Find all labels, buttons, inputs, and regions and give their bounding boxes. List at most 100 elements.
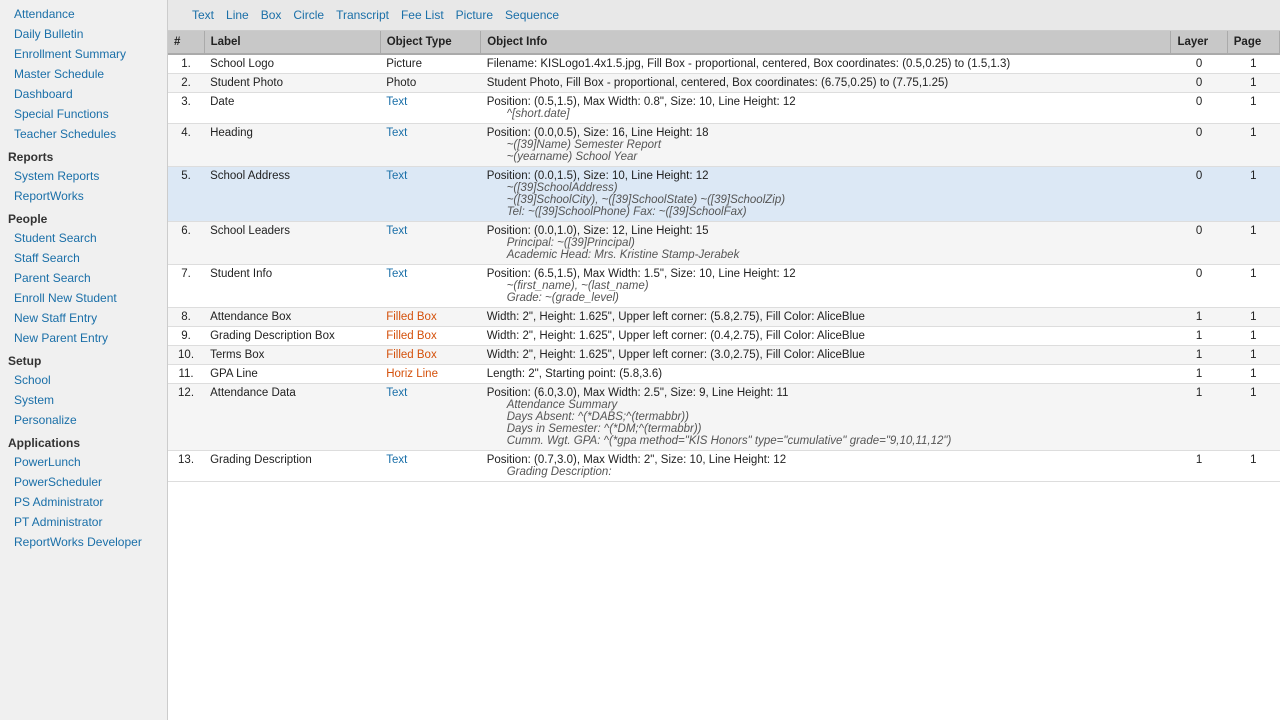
row-page: 1 [1227, 74, 1279, 93]
table-row[interactable]: 10.Terms BoxFilled BoxWidth: 2", Height:… [168, 346, 1280, 365]
sidebar-item-parent-search[interactable]: Parent Search [0, 268, 167, 288]
sidebar-item-system[interactable]: System [0, 390, 167, 410]
row-info: Position: (0.7,3.0), Max Width: 2", Size… [481, 451, 1171, 482]
row-layer: 0 [1171, 54, 1227, 74]
sidebar: AttendanceDaily BulletinEnrollment Summa… [0, 0, 168, 720]
row-sub-line: Tel: ~([39]SchoolPhone) Fax: ~([39]Schoo… [487, 206, 1165, 218]
row-page: 1 [1227, 384, 1279, 451]
row-sub-line: Grade: ~(grade_level) [487, 292, 1165, 304]
sidebar-item-dashboard[interactable]: Dashboard [0, 84, 167, 104]
sidebar-item-powerscheduler[interactable]: PowerScheduler [0, 472, 167, 492]
toolbar-link-sequence[interactable]: Sequence [501, 6, 563, 24]
sidebar-item-master-schedule[interactable]: Master Schedule [0, 64, 167, 84]
row-label: Heading [204, 124, 380, 167]
table-row[interactable]: 7.Student InfoTextPosition: (6.5,1.5), M… [168, 265, 1280, 308]
row-num: 10. [168, 346, 204, 365]
row-sub-line: Days Absent: ^(*DABS;^(termabbr)) [487, 411, 1165, 423]
row-sub-line: Principal: ~([39]Principal) [487, 237, 1165, 249]
row-sub-line: Days in Semester: ^(*DM;^(termabbr)) [487, 423, 1165, 435]
row-info: Width: 2", Height: 1.625", Upper left co… [481, 346, 1171, 365]
sidebar-section-header: Applications [0, 430, 167, 452]
main-content: TextLineBoxCircleTranscriptFee ListPictu… [168, 0, 1280, 720]
sidebar-item-special-functions[interactable]: Special Functions [0, 104, 167, 124]
row-page: 1 [1227, 451, 1279, 482]
table-body: 1.School LogoPictureFilename: KISLogo1.4… [168, 54, 1280, 482]
row-info: Position: (0.0,1.0), Size: 12, Line Heig… [481, 222, 1171, 265]
row-label: GPA Line [204, 365, 380, 384]
sidebar-item-daily-bulletin[interactable]: Daily Bulletin [0, 24, 167, 44]
row-type: Text [380, 124, 480, 167]
row-type: Filled Box [380, 327, 480, 346]
sidebar-item-reportworks-developer[interactable]: ReportWorks Developer [0, 532, 167, 552]
row-sub-line: ~([39]SchoolCity), ~([39]SchoolState) ~(… [487, 194, 1165, 206]
row-page: 1 [1227, 265, 1279, 308]
toolbar-link-fee list[interactable]: Fee List [397, 6, 448, 24]
table-row[interactable]: 8.Attendance BoxFilled BoxWidth: 2", Hei… [168, 308, 1280, 327]
table-container: #LabelObject TypeObject InfoLayerPage 1.… [168, 31, 1280, 720]
sidebar-item-enroll-new-student[interactable]: Enroll New Student [0, 288, 167, 308]
row-label: Student Photo [204, 74, 380, 93]
table-row[interactable]: 4.HeadingTextPosition: (0.0,0.5), Size: … [168, 124, 1280, 167]
row-label: School Logo [204, 54, 380, 74]
table-row[interactable]: 13.Grading DescriptionTextPosition: (0.7… [168, 451, 1280, 482]
table-header-object info: Object Info [481, 31, 1171, 54]
row-sub-line: ~([39]Name) Semester Report [487, 139, 1165, 151]
row-num: 4. [168, 124, 204, 167]
table-header-#: # [168, 31, 204, 54]
sidebar-item-attendance[interactable]: Attendance [0, 4, 167, 24]
table-row[interactable]: 2.Student PhotoPhotoStudent Photo, Fill … [168, 74, 1280, 93]
row-label: Attendance Data [204, 384, 380, 451]
row-info: Position: (6.5,1.5), Max Width: 1.5", Si… [481, 265, 1171, 308]
row-num: 13. [168, 451, 204, 482]
toolbar-link-box[interactable]: Box [257, 6, 286, 24]
table-row[interactable]: 3.DateTextPosition: (0.5,1.5), Max Width… [168, 93, 1280, 124]
toolbar-link-line[interactable]: Line [222, 6, 253, 24]
table-row[interactable]: 12.Attendance DataTextPosition: (6.0,3.0… [168, 384, 1280, 451]
row-layer: 1 [1171, 451, 1227, 482]
row-num: 7. [168, 265, 204, 308]
sidebar-item-personalize[interactable]: Personalize [0, 410, 167, 430]
table-row[interactable]: 9.Grading Description BoxFilled BoxWidth… [168, 327, 1280, 346]
sidebar-section-header: Reports [0, 144, 167, 166]
row-page: 1 [1227, 327, 1279, 346]
table-row[interactable]: 6.School LeadersTextPosition: (0.0,1.0),… [168, 222, 1280, 265]
row-page: 1 [1227, 222, 1279, 265]
sidebar-item-new-parent-entry[interactable]: New Parent Entry [0, 328, 167, 348]
row-sub-line: ^[short.date] [487, 108, 1165, 120]
table-row[interactable]: 11.GPA LineHoriz LineLength: 2", Startin… [168, 365, 1280, 384]
row-label: Student Info [204, 265, 380, 308]
row-type: Filled Box [380, 346, 480, 365]
row-num: 12. [168, 384, 204, 451]
sidebar-item-new-staff-entry[interactable]: New Staff Entry [0, 308, 167, 328]
row-label: School Address [204, 167, 380, 222]
toolbar-link-transcript[interactable]: Transcript [332, 6, 393, 24]
sidebar-item-school[interactable]: School [0, 370, 167, 390]
toolbar-link-picture[interactable]: Picture [452, 6, 497, 24]
row-layer: 0 [1171, 124, 1227, 167]
sidebar-item-pt-administrator[interactable]: PT Administrator [0, 512, 167, 532]
sidebar-item-enrollment-summary[interactable]: Enrollment Summary [0, 44, 167, 64]
sidebar-item-reportworks[interactable]: ReportWorks [0, 186, 167, 206]
row-num: 2. [168, 74, 204, 93]
row-layer: 1 [1171, 365, 1227, 384]
row-page: 1 [1227, 346, 1279, 365]
sidebar-item-ps-administrator[interactable]: PS Administrator [0, 492, 167, 512]
sidebar-item-student-search[interactable]: Student Search [0, 228, 167, 248]
row-type: Text [380, 451, 480, 482]
sidebar-item-system-reports[interactable]: System Reports [0, 166, 167, 186]
toolbar-link-text[interactable]: Text [188, 6, 218, 24]
row-sub-line: Cumm. Wgt. GPA: ^(*gpa method="KIS Honor… [487, 435, 1165, 447]
table-row[interactable]: 5.School AddressTextPosition: (0.0,1.5),… [168, 167, 1280, 222]
sidebar-item-staff-search[interactable]: Staff Search [0, 248, 167, 268]
row-layer: 1 [1171, 327, 1227, 346]
sidebar-item-teacher-schedules[interactable]: Teacher Schedules [0, 124, 167, 144]
table-row[interactable]: 1.School LogoPictureFilename: KISLogo1.4… [168, 54, 1280, 74]
row-type: Text [380, 167, 480, 222]
row-num: 11. [168, 365, 204, 384]
row-layer: 0 [1171, 265, 1227, 308]
sidebar-item-powerlunch[interactable]: PowerLunch [0, 452, 167, 472]
row-type: Text [380, 265, 480, 308]
row-page: 1 [1227, 167, 1279, 222]
row-label: Grading Description Box [204, 327, 380, 346]
toolbar-link-circle[interactable]: Circle [289, 6, 328, 24]
